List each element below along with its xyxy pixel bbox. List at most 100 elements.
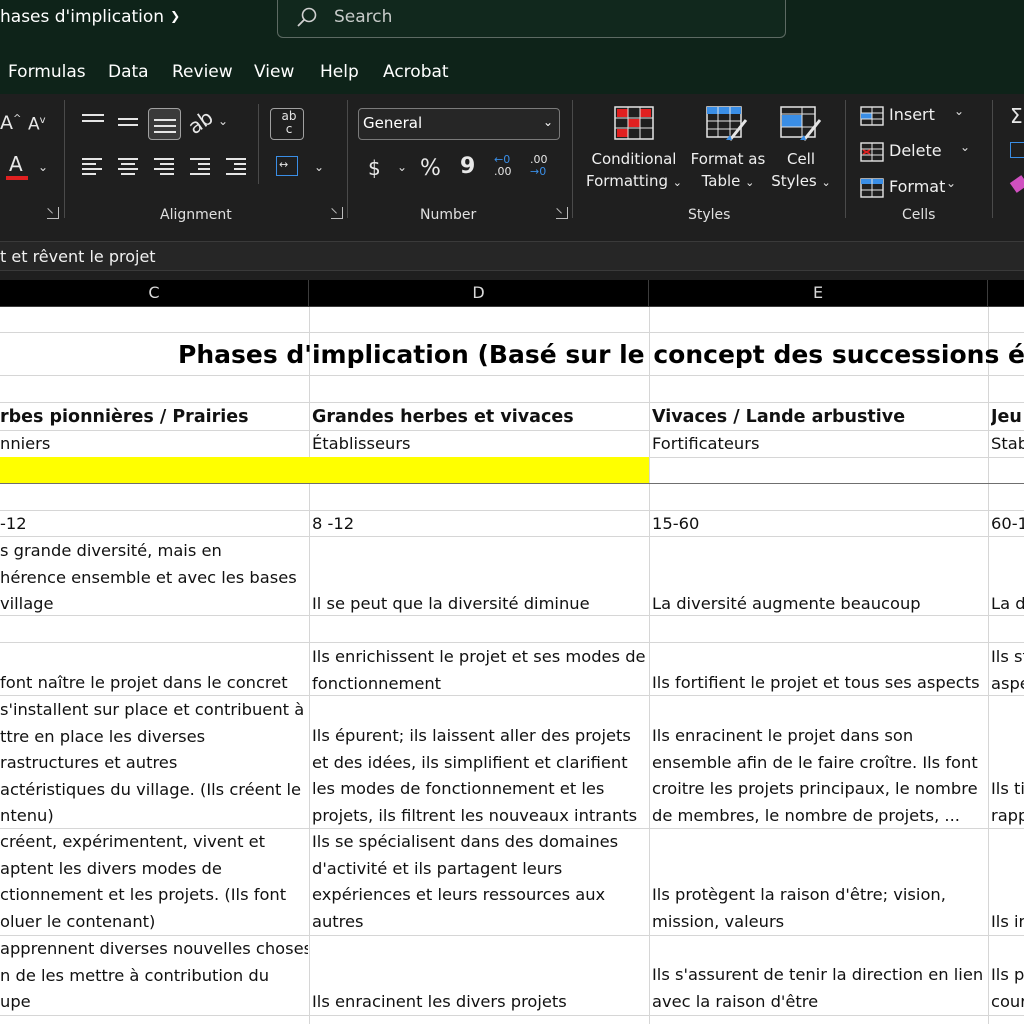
percent-button[interactable]: % <box>420 158 441 180</box>
cell-e-action-1[interactable]: Ils enracinent le projet dans son ensembl… <box>652 723 987 829</box>
cell-styles-button[interactable]: Cell Styles ⌄ <box>768 102 834 202</box>
cell-d-diversity[interactable]: Il se peut que la diversité diminue <box>312 591 648 618</box>
currency-dropdown-icon[interactable]: ⌄ <box>397 160 407 174</box>
column-header-d[interactable]: D <box>309 280 649 307</box>
decrease-font-size-button[interactable]: Av <box>28 116 46 134</box>
cell-c-action-3[interactable]: apprennent diverses nouvelles choses n de… <box>0 936 308 1016</box>
ribbon-separator <box>845 100 846 218</box>
autosum-icon[interactable]: Σ <box>1010 106 1023 126</box>
cell-f-action-2[interactable]: Ils in <box>991 909 1024 936</box>
font-dialog-launcher[interactable] <box>47 207 59 219</box>
delete-button[interactable]: Delete ⌄ <box>860 140 976 166</box>
format-button[interactable]: Format ⌄ <box>860 176 960 202</box>
column-header-c[interactable]: C <box>0 280 309 307</box>
cell-e-action-2[interactable]: Ils protègent la raison d'être; vision, m… <box>652 882 987 935</box>
cell-f-role[interactable]: Stab <box>991 431 1024 458</box>
cell-c-diversity[interactable]: s grande diversité, mais en hérence ensem… <box>0 538 308 618</box>
cell-d-role[interactable]: Établisseurs <box>312 431 648 458</box>
cell-e-role[interactable]: Fortificateurs <box>652 431 987 458</box>
tab-help[interactable]: Help <box>320 62 359 82</box>
cell-f-header[interactable]: Jeu <box>991 404 1024 431</box>
cell-c-action-1[interactable]: s'installent sur place et contribuent àt… <box>0 697 308 830</box>
number-dialog-launcher[interactable] <box>556 207 568 219</box>
chevron-down-icon: ⌄ <box>542 115 553 129</box>
sheet-title: Phases d'implication (Basé sur le concep… <box>178 340 1024 369</box>
increase-decimal-digits: .00 <box>494 165 512 178</box>
delete-dropdown-icon[interactable]: ⌄ <box>960 140 970 154</box>
decrease-decimal-button[interactable]: .00 →0 <box>530 154 556 182</box>
tab-data[interactable]: Data <box>108 62 149 82</box>
document-title-dropdown[interactable]: hases d'implication ❯ <box>0 7 180 27</box>
cell-d-range[interactable]: 8 -12 <box>312 511 648 538</box>
highlighted-cell-range[interactable] <box>0 457 649 483</box>
decrease-indent-icon[interactable] <box>190 158 212 175</box>
middle-align-icon[interactable] <box>118 116 140 132</box>
top-align-icon[interactable] <box>82 114 104 130</box>
ribbon-separator <box>347 100 348 218</box>
cell-d-action-2[interactable]: Ils se spécialisent dans des domaines d'a… <box>312 829 648 935</box>
conditional-formatting-button[interactable]: Conditional Formatting ⌄ <box>582 102 686 202</box>
cell-c-role[interactable]: nniers <box>0 431 308 458</box>
increase-decimal-button[interactable]: ←0 .00 <box>494 154 520 182</box>
increase-indent-icon[interactable] <box>226 158 248 175</box>
insert-dropdown-icon[interactable]: ⌄ <box>954 104 964 118</box>
cell-e-range[interactable]: 15-60 <box>652 511 987 538</box>
wrap-text-button[interactable]: ab c <box>270 108 304 140</box>
cell-f-action-1[interactable]: Ils ti rapp <box>991 776 1024 829</box>
cell-c-action-2[interactable]: créent, expérimentent, vivent et aptent l… <box>0 829 308 935</box>
format-as-table-button[interactable]: Format as Table ⌄ <box>688 102 768 202</box>
insert-label: Insert <box>889 105 935 124</box>
cell-d-header[interactable]: Grandes herbes et vivaces <box>312 404 648 431</box>
merge-dropdown-icon[interactable]: ⌄ <box>314 160 324 174</box>
document-title: hases d'implication <box>0 7 165 27</box>
cell-d-action-1[interactable]: Ils épurent; ils laissent aller des proj… <box>312 723 648 829</box>
increase-font-size-button[interactable]: A^ <box>0 114 21 133</box>
cell-styles-icon <box>780 106 822 141</box>
align-left-icon[interactable] <box>82 158 104 175</box>
cell-e-diversity[interactable]: La diversité augmente beaucoup <box>652 591 987 618</box>
cell-e-header[interactable]: Vivaces / Lande arbustive <box>652 404 987 431</box>
alignment-dialog-launcher[interactable] <box>331 207 343 219</box>
tab-formulas[interactable]: Formulas <box>8 62 86 82</box>
cell-c-range[interactable]: -12 <box>0 511 308 538</box>
merge-center-button[interactable]: ↔ <box>276 156 298 176</box>
styles-group-label: Styles <box>688 207 731 223</box>
cell-f-action-3[interactable]: Ils p cour <box>991 962 1024 1015</box>
currency-button[interactable]: $ <box>368 158 381 178</box>
tab-view[interactable]: View <box>254 62 294 82</box>
worksheet-grid: Phases d'implication (Basé sur le concep… <box>0 307 1024 1024</box>
font-color-button[interactable]: A <box>6 154 30 182</box>
tab-review[interactable]: Review <box>172 62 233 82</box>
fill-icon[interactable] <box>1010 142 1024 158</box>
cell-d-action-3[interactable]: Ils enracinent les divers projets <box>312 989 648 1016</box>
orientation-icon[interactable]: ab <box>183 105 217 139</box>
number-format-select[interactable]: General ⌄ <box>358 108 560 140</box>
format-label: Format <box>889 177 946 196</box>
insert-button[interactable]: Insert ⌄ <box>860 104 970 130</box>
cell-f-diversity[interactable]: La d <box>991 591 1024 618</box>
column-header-e[interactable]: E <box>649 280 988 307</box>
format-dropdown-icon[interactable]: ⌄ <box>946 176 956 190</box>
tab-acrobat[interactable]: Acrobat <box>383 62 449 82</box>
comma-style-button[interactable]: 9 <box>460 156 475 178</box>
search-input[interactable] <box>334 5 754 29</box>
column-headers: C D E <box>0 280 1024 307</box>
cell-e-project-role[interactable]: Ils fortifient le projet et tous ses asp… <box>652 670 987 697</box>
cell-d-project-role[interactable]: Ils enrichissent le projet et ses modes … <box>312 644 648 697</box>
align-center-icon[interactable] <box>118 158 140 175</box>
format-cells-icon <box>860 178 884 198</box>
cell-f-range[interactable]: 60-1 <box>991 511 1024 538</box>
cell-f-project-role[interactable]: Ils staspe <box>991 644 1024 697</box>
clear-icon[interactable] <box>1009 175 1024 193</box>
font-color-dropdown-icon[interactable]: ⌄ <box>38 160 48 174</box>
column-header-f[interactable] <box>988 280 1024 307</box>
align-right-icon[interactable] <box>154 158 176 175</box>
delete-cells-icon <box>860 142 884 162</box>
cell-c-project-role[interactable]: font naître le projet dans le concret <box>0 670 308 697</box>
search-box[interactable] <box>277 0 786 38</box>
cell-c-header[interactable]: rbes pionnières / Prairies <box>0 404 308 431</box>
bottom-align-button[interactable] <box>148 108 181 140</box>
cell-e-action-3[interactable]: Ils s'assurent de tenir la direction en … <box>652 962 987 1015</box>
orientation-dropdown-icon[interactable]: ⌄ <box>218 114 228 128</box>
formula-input[interactable]: t et rêvent le projet <box>0 241 1024 271</box>
